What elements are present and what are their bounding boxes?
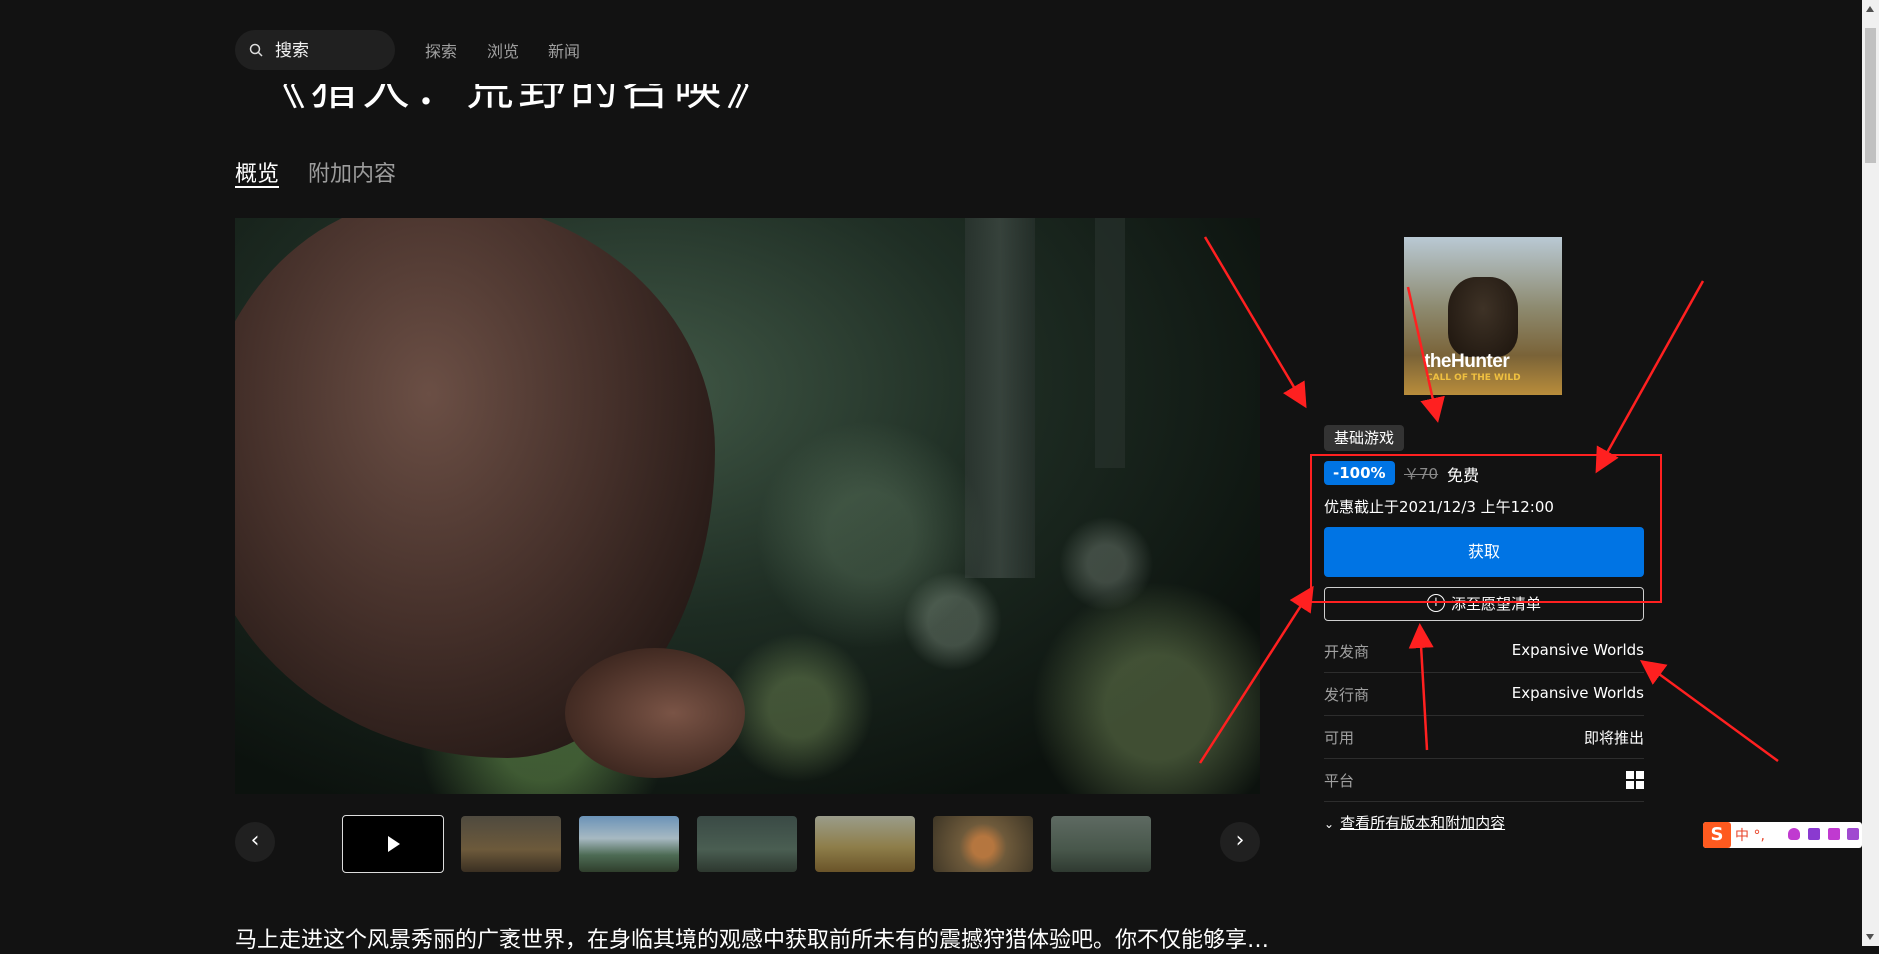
cover-stag: [1448, 277, 1518, 357]
microphone-icon[interactable]: [1788, 828, 1800, 840]
scroll-up-icon[interactable]: [1866, 6, 1874, 12]
carousel-next-button[interactable]: ›: [1220, 822, 1260, 862]
carousel-thumb[interactable]: [815, 816, 915, 872]
info-value[interactable]: Expansive Worlds: [1512, 684, 1644, 702]
hero-bear-head: [565, 648, 745, 778]
carousel-thumb[interactable]: [1051, 816, 1151, 872]
info-row-availability: 可用 即将推出: [1324, 716, 1644, 759]
scrollbar-thumb[interactable]: [1865, 28, 1876, 163]
info-key: 平台: [1324, 772, 1355, 790]
nav-link-news[interactable]: 新闻: [548, 38, 580, 62]
carousel-thumb[interactable]: [697, 816, 797, 872]
search-box[interactable]: [235, 30, 395, 70]
info-row-developer: 开发商 Expansive Worlds: [1324, 630, 1644, 673]
nav-link-browse[interactable]: 浏览: [487, 38, 519, 62]
page-title: 《猎人：荒野的召唤》: [258, 84, 779, 116]
base-game-badge: 基础游戏: [1324, 425, 1405, 451]
keyboard-icon[interactable]: [1808, 828, 1820, 840]
info-value: 即将推出: [1583, 729, 1644, 747]
scrollbar[interactable]: [1862, 0, 1879, 946]
carousel-thumb[interactable]: [461, 816, 561, 872]
ime-logo[interactable]: S: [1703, 822, 1731, 848]
windows-icon: [1626, 771, 1644, 789]
scroll-down-icon[interactable]: [1866, 934, 1874, 940]
carousel-thumb[interactable]: [933, 816, 1033, 872]
nav-link-discover[interactable]: 探索: [425, 38, 457, 62]
carousel-prev-button[interactable]: ‹: [235, 822, 275, 862]
info-value[interactable]: Expansive Worlds: [1512, 641, 1644, 659]
info-key: 开发商: [1324, 643, 1370, 661]
info-key: 发行商: [1324, 686, 1370, 704]
chevron-down-icon: ⌄: [1324, 817, 1335, 831]
annotation-box: [1310, 454, 1662, 603]
carousel-thumb-video[interactable]: [342, 815, 444, 873]
carousel-thumb[interactable]: [579, 816, 679, 872]
game-description: 马上走进这个风景秀丽的广袤世界，在身临其境的观感中获取前所未有的震撼狩猎体验吧。…: [235, 928, 1270, 953]
ime-toolbar[interactable]: S 中 °,: [1703, 822, 1862, 848]
ime-mode[interactable]: 中 °,: [1735, 825, 1765, 845]
grid-icon[interactable]: [1847, 828, 1859, 840]
hero-media[interactable]: [235, 218, 1260, 794]
tab-addons[interactable]: 附加内容: [308, 156, 396, 188]
search-input[interactable]: [273, 38, 387, 64]
search-icon: [249, 43, 263, 57]
game-cover-image: theHunter CALL OF THE WILD: [1404, 237, 1562, 395]
info-row-platform: 平台: [1324, 759, 1644, 802]
tab-overview[interactable]: 概览: [235, 156, 279, 188]
cover-subtitle: CALL OF THE WILD: [1426, 373, 1521, 383]
tab-active-indicator: [235, 186, 279, 188]
view-all-editions-link[interactable]: ⌄ 查看所有版本和附加内容: [1324, 812, 1505, 833]
info-row-publisher: 发行商 Expansive Worlds: [1324, 673, 1644, 716]
skin-icon[interactable]: [1828, 828, 1840, 840]
editions-link-text: 查看所有版本和附加内容: [1340, 814, 1506, 832]
play-icon: [388, 836, 400, 852]
cover-title: theHunter: [1424, 351, 1510, 372]
info-key: 可用: [1324, 729, 1355, 747]
